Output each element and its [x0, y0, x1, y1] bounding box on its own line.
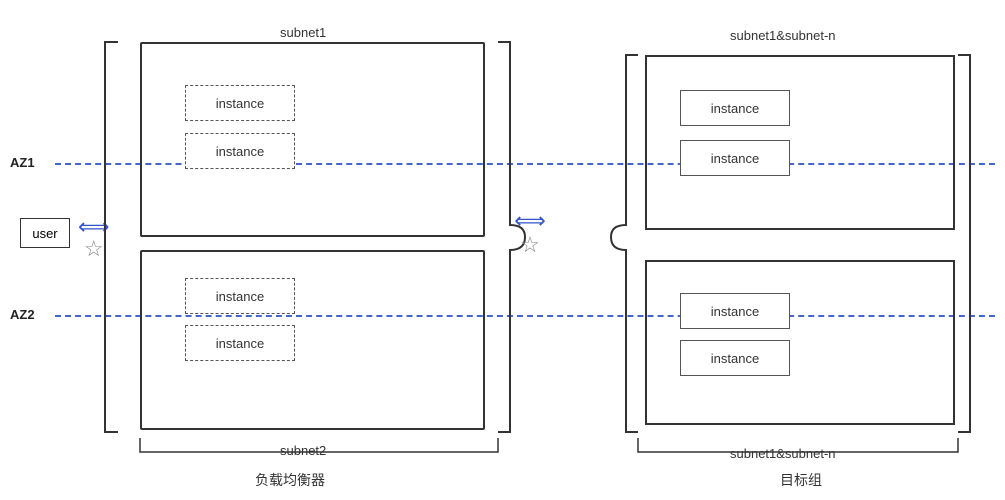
arrow-a: ⟺ ☆ [78, 216, 110, 260]
instance-subnet1-1: instance [185, 85, 295, 121]
lbe-label: 负载均衡器 [255, 470, 325, 490]
diagram: AZ1 AZ2 user ⟺ ☆ subnet1 instance instan… [0, 0, 1005, 500]
target-label: 目标组 [780, 470, 822, 490]
star-a: ☆ [84, 238, 104, 260]
instance-subnet2-2: instance [185, 325, 295, 361]
instance-right-top-1: instance [680, 90, 790, 126]
svg-text:⟺: ⟺ [514, 208, 546, 233]
instance-right-top-2: instance [680, 140, 790, 176]
instance-subnet2-1: instance [185, 278, 295, 314]
subnet2-label: subnet2 [280, 443, 326, 458]
subnet1n-label-top: subnet1&subnet-n [730, 28, 836, 43]
instance-right-bottom-2: instance [680, 340, 790, 376]
instance-right-bottom-1: instance [680, 293, 790, 329]
user-label: user [32, 226, 57, 241]
az1-label: AZ1 [10, 155, 35, 170]
svg-text:☆: ☆ [520, 232, 540, 257]
double-arrow-a: ⟺ [78, 216, 110, 238]
instance-subnet1-2: instance [185, 133, 295, 169]
subnet1-label: subnet1 [280, 25, 326, 40]
user-box: user [20, 218, 70, 248]
subnet1n-label-bottom: subnet1&subnet-n [730, 446, 836, 461]
az2-label: AZ2 [10, 307, 35, 322]
